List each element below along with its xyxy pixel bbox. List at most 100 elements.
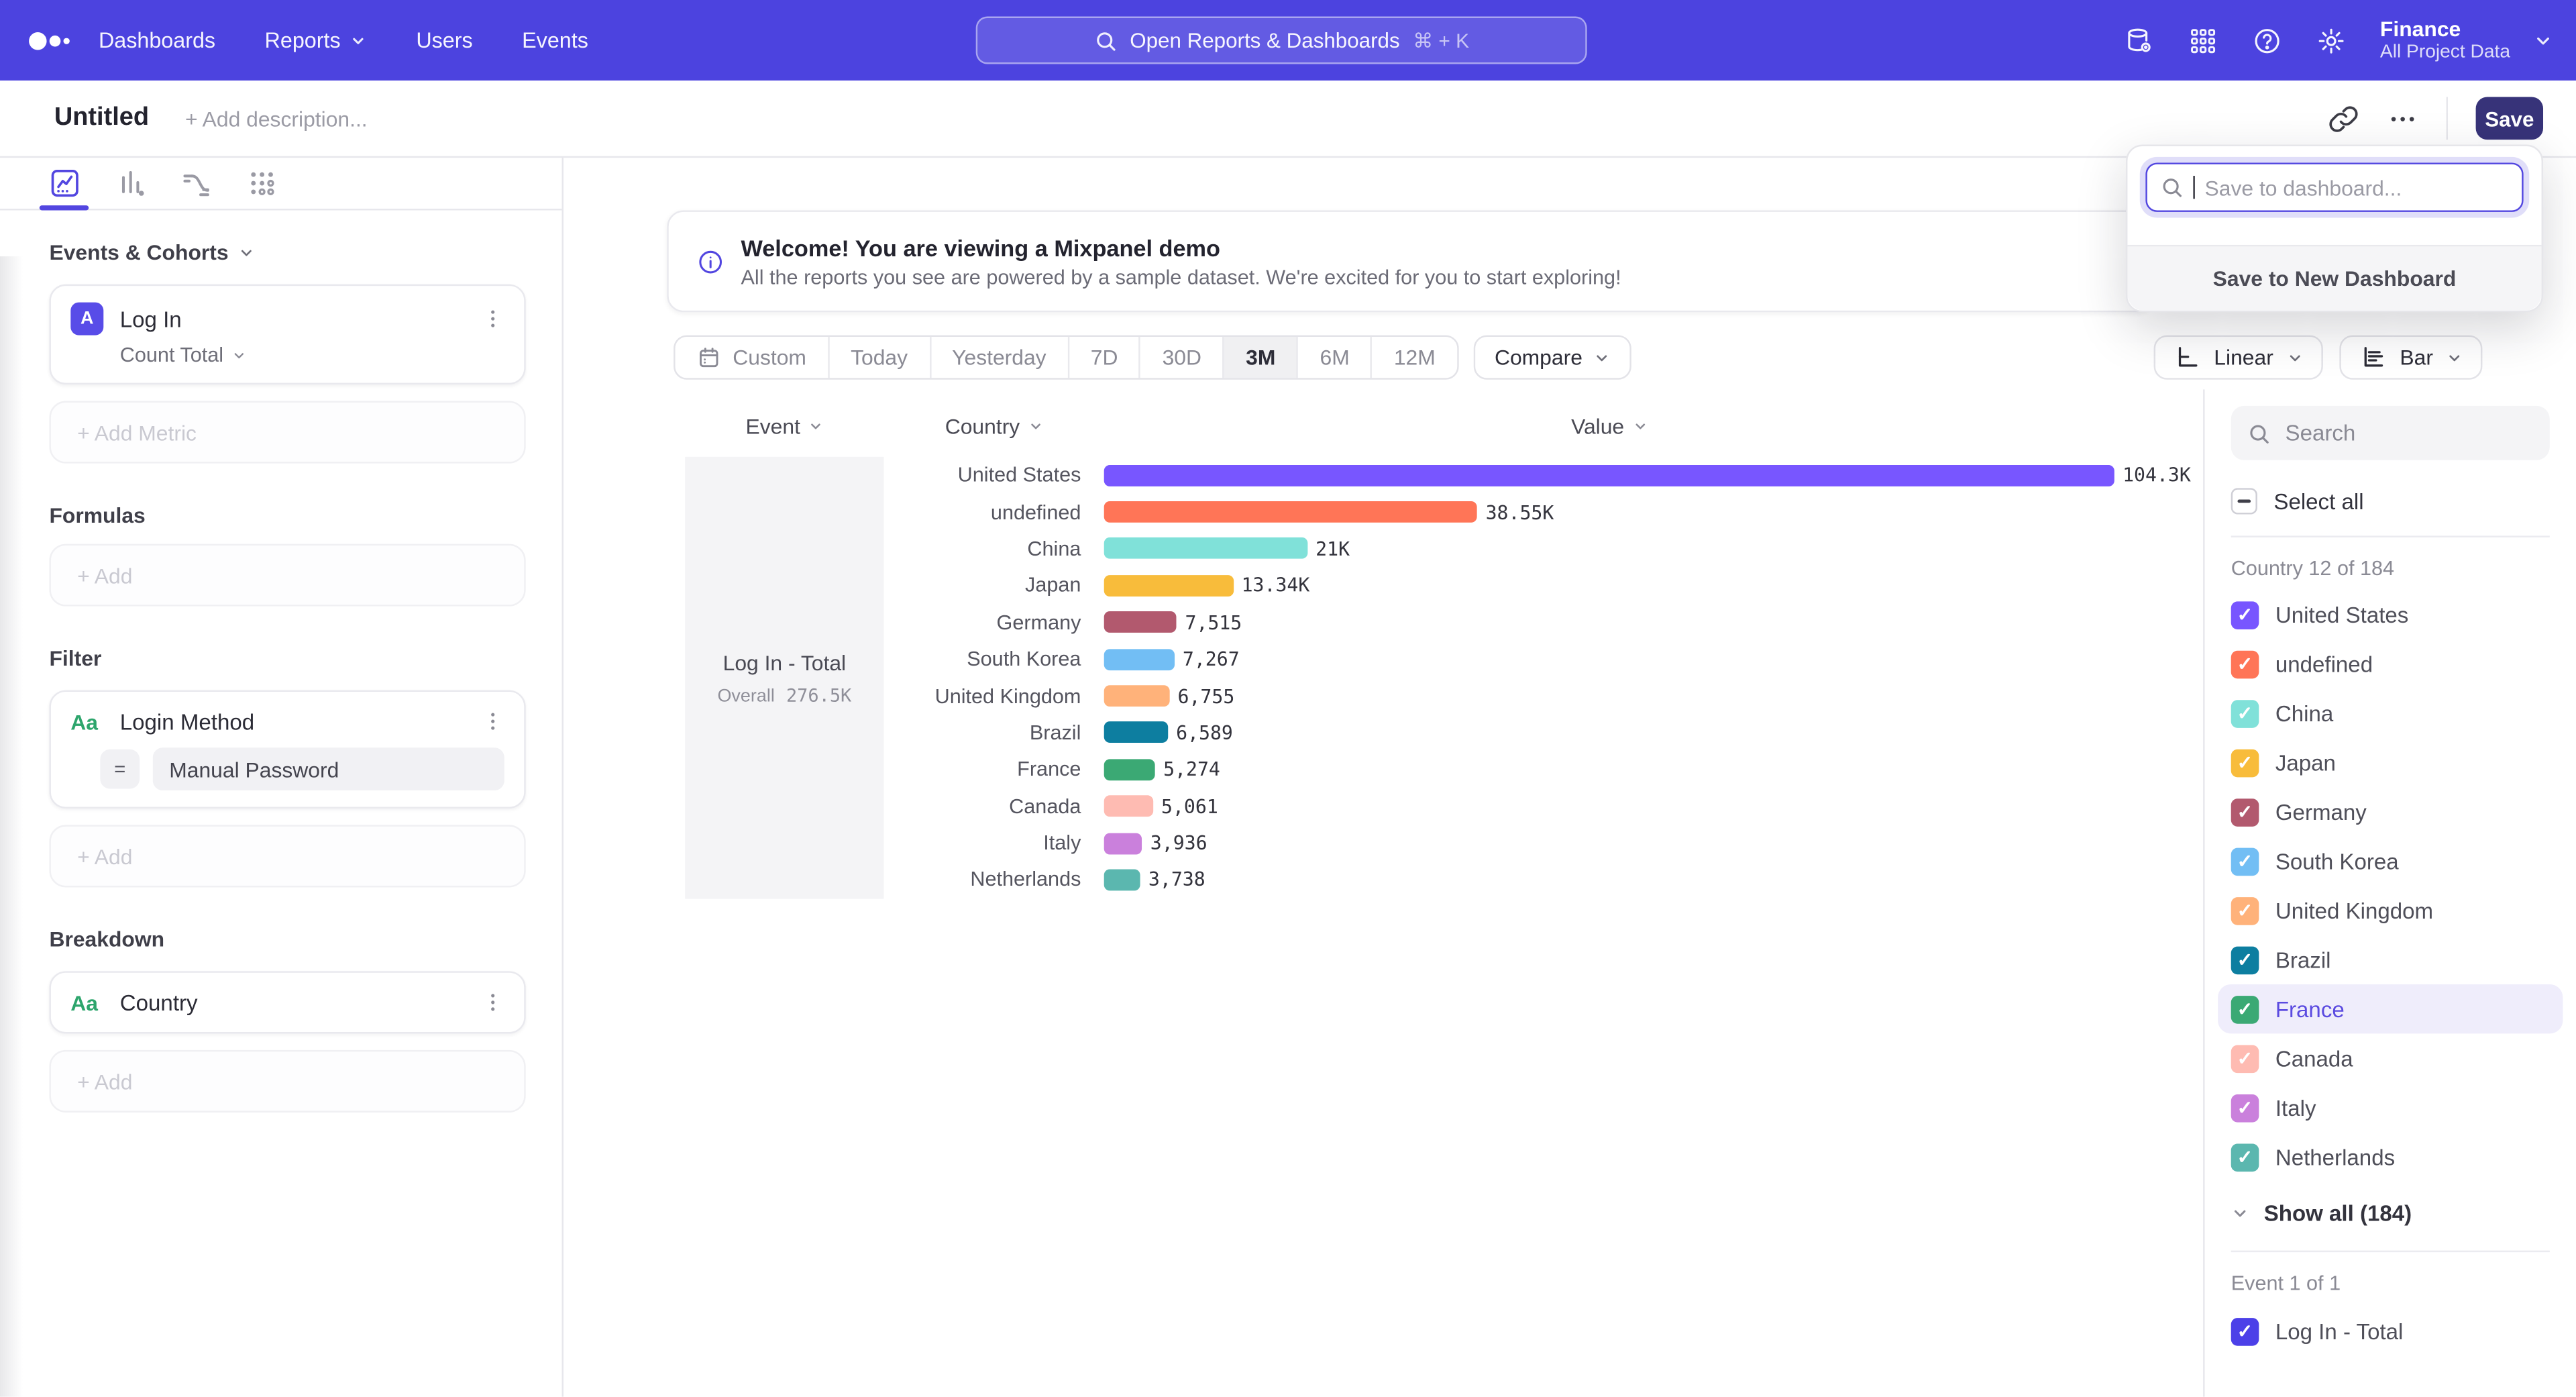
country-checkbox[interactable]: ✓ xyxy=(2231,945,2259,974)
legend-item-country[interactable]: ✓ Germany xyxy=(2218,787,2563,836)
chart-bar[interactable] xyxy=(1104,648,1175,670)
range-button-30d[interactable]: 30D xyxy=(1141,337,1225,378)
range-button-6m[interactable]: 6M xyxy=(1299,337,1373,378)
range-button-custom[interactable]: Custom xyxy=(676,337,830,378)
legend-item-country[interactable]: ✓ Canada xyxy=(2218,1033,2563,1082)
chart-bar[interactable] xyxy=(1104,685,1170,707)
save-button[interactable]: Save xyxy=(2476,97,2543,140)
country-checkbox[interactable]: ✓ xyxy=(2231,650,2259,678)
mixpanel-logo-icon[interactable] xyxy=(26,27,99,53)
chart-type-selector[interactable]: Bar xyxy=(2339,335,2483,380)
select-all-checkbox[interactable] xyxy=(2231,488,2257,514)
country-checkbox[interactable]: ✓ xyxy=(2231,749,2259,777)
country-label: Canada xyxy=(2275,1046,2353,1071)
range-button-7d[interactable]: 7D xyxy=(1069,337,1141,378)
legend-item-country[interactable]: ✓ South Korea xyxy=(2218,837,2563,886)
global-search-shortcut: ⌘ + K xyxy=(1413,29,1469,52)
tab-retention[interactable] xyxy=(240,157,283,209)
metric-event-name[interactable]: Log In xyxy=(120,307,482,331)
legend-item-country[interactable]: ✓ Italy xyxy=(2218,1083,2563,1132)
range-button-yesterday[interactable]: Yesterday xyxy=(930,337,1069,378)
tab-flows[interactable] xyxy=(174,157,217,209)
more-actions-icon[interactable] xyxy=(2387,103,2418,134)
column-header-country-label: Country xyxy=(945,413,1020,438)
project-selector[interactable]: Finance All Project Data xyxy=(2380,16,2553,64)
country-checkbox[interactable]: ✓ xyxy=(2231,1143,2259,1171)
nav-item-dashboards[interactable]: Dashboards xyxy=(99,28,215,53)
add-description-placeholder[interactable]: + Add description... xyxy=(185,106,368,131)
metric-card-log-in[interactable]: A Log In Count Total xyxy=(49,284,525,384)
range-button-3m[interactable]: 3M xyxy=(1224,337,1298,378)
kebab-menu-icon[interactable] xyxy=(482,709,504,735)
scale-selector[interactable]: Linear xyxy=(2153,335,2323,380)
breakdown-card-country[interactable]: Aa Country xyxy=(49,971,525,1033)
legend-item-country[interactable]: ✓ Japan xyxy=(2218,738,2563,787)
event-item-checkbox[interactable]: ✓ xyxy=(2231,1317,2259,1345)
data-sources-icon[interactable] xyxy=(2124,25,2153,55)
country-checkbox[interactable]: ✓ xyxy=(2231,798,2259,826)
filter-card-login-method[interactable]: Aa Login Method = Manual Password xyxy=(49,690,525,809)
select-all-row[interactable]: Select all xyxy=(2231,488,2550,514)
country-checkbox[interactable]: ✓ xyxy=(2231,699,2259,727)
metric-aggregation-selector[interactable]: Count Total xyxy=(120,344,247,366)
legend-item-country[interactable]: ✓ United States xyxy=(2218,590,2563,639)
legend-item-country[interactable]: ✓ undefined xyxy=(2218,639,2563,688)
range-button-today[interactable]: Today xyxy=(829,337,930,378)
filter-value-chip[interactable]: Manual Password xyxy=(153,747,504,790)
breakdown-property-name[interactable]: Country xyxy=(120,990,482,1015)
chart-bar[interactable] xyxy=(1104,612,1177,633)
kebab-menu-icon[interactable] xyxy=(482,306,504,332)
chart-bar[interactable] xyxy=(1104,833,1142,854)
filter-property-name[interactable]: Login Method xyxy=(120,709,482,734)
global-search-button[interactable]: Open Reports & Dashboards ⌘ + K xyxy=(976,16,1587,64)
legend-item-country[interactable]: ✓ United Kingdom xyxy=(2218,886,2563,935)
compare-button[interactable]: Compare xyxy=(1473,335,1631,380)
events-cohorts-section-label[interactable]: Events & Cohorts xyxy=(49,240,525,265)
legend-item-country[interactable]: ✓ France xyxy=(2218,984,2563,1033)
nav-item-reports[interactable]: Reports xyxy=(265,28,367,53)
country-checkbox[interactable]: ✓ xyxy=(2231,995,2259,1023)
range-button-12m[interactable]: 12M xyxy=(1373,337,1457,378)
chart-bar[interactable] xyxy=(1104,796,1153,817)
copy-link-icon[interactable] xyxy=(2328,103,2359,134)
kebab-menu-icon[interactable] xyxy=(482,989,504,1015)
apps-grid-icon[interactable] xyxy=(2188,25,2217,55)
add-filter-button[interactable]: + Add xyxy=(49,825,525,887)
country-checkbox[interactable]: ✓ xyxy=(2231,601,2259,629)
legend-item-country[interactable]: ✓ China xyxy=(2218,688,2563,737)
report-title[interactable]: Untitled xyxy=(54,103,149,133)
column-header-country[interactable]: Country xyxy=(884,413,1104,438)
nav-item-events[interactable]: Events xyxy=(522,28,588,53)
add-breakdown-button[interactable]: + Add xyxy=(49,1050,525,1113)
chart-bar[interactable] xyxy=(1104,464,2114,486)
column-header-value[interactable]: Value xyxy=(1104,413,2114,438)
tab-funnels[interactable] xyxy=(109,157,152,209)
help-icon[interactable] xyxy=(2252,25,2282,55)
legend-item-country[interactable]: ✓ Netherlands xyxy=(2218,1132,2563,1181)
legend-item-country[interactable]: ✓ Brazil xyxy=(2218,935,2563,984)
chart-bar[interactable] xyxy=(1104,722,1168,743)
show-all-toggle[interactable]: Show all (184) xyxy=(2231,1188,2550,1237)
chart-bar[interactable] xyxy=(1104,501,1478,523)
column-header-event[interactable]: Event xyxy=(685,413,883,438)
country-checkbox[interactable]: ✓ xyxy=(2231,896,2259,925)
save-dashboard-search-input[interactable]: Save to dashboard... xyxy=(2145,162,2523,211)
settings-gear-icon[interactable] xyxy=(2316,25,2345,55)
add-metric-button[interactable]: + Add Metric xyxy=(49,401,525,464)
nav-item-users[interactable]: Users xyxy=(416,28,472,53)
legend-search-input[interactable]: Search xyxy=(2231,406,2550,460)
tab-insights[interactable] xyxy=(43,157,86,209)
country-checkbox[interactable]: ✓ xyxy=(2231,1094,2259,1122)
chart-bar[interactable] xyxy=(1104,759,1155,780)
project-name: Finance xyxy=(2380,16,2510,41)
filter-operator-chip[interactable]: = xyxy=(100,749,140,789)
country-checkbox[interactable]: ✓ xyxy=(2231,847,2259,875)
chart-bar[interactable] xyxy=(1104,575,1234,597)
chart-bar[interactable] xyxy=(1104,538,1307,560)
save-to-new-dashboard-button[interactable]: Save to New Dashboard xyxy=(2127,245,2541,311)
add-formula-button[interactable]: + Add xyxy=(49,544,525,607)
chart-bar[interactable] xyxy=(1104,869,1140,890)
legend-item-event[interactable]: ✓ Log In - Total xyxy=(2218,1306,2563,1355)
event-series-cell[interactable]: Log In - Total Overall 276.5K xyxy=(685,457,883,899)
country-checkbox[interactable]: ✓ xyxy=(2231,1044,2259,1072)
